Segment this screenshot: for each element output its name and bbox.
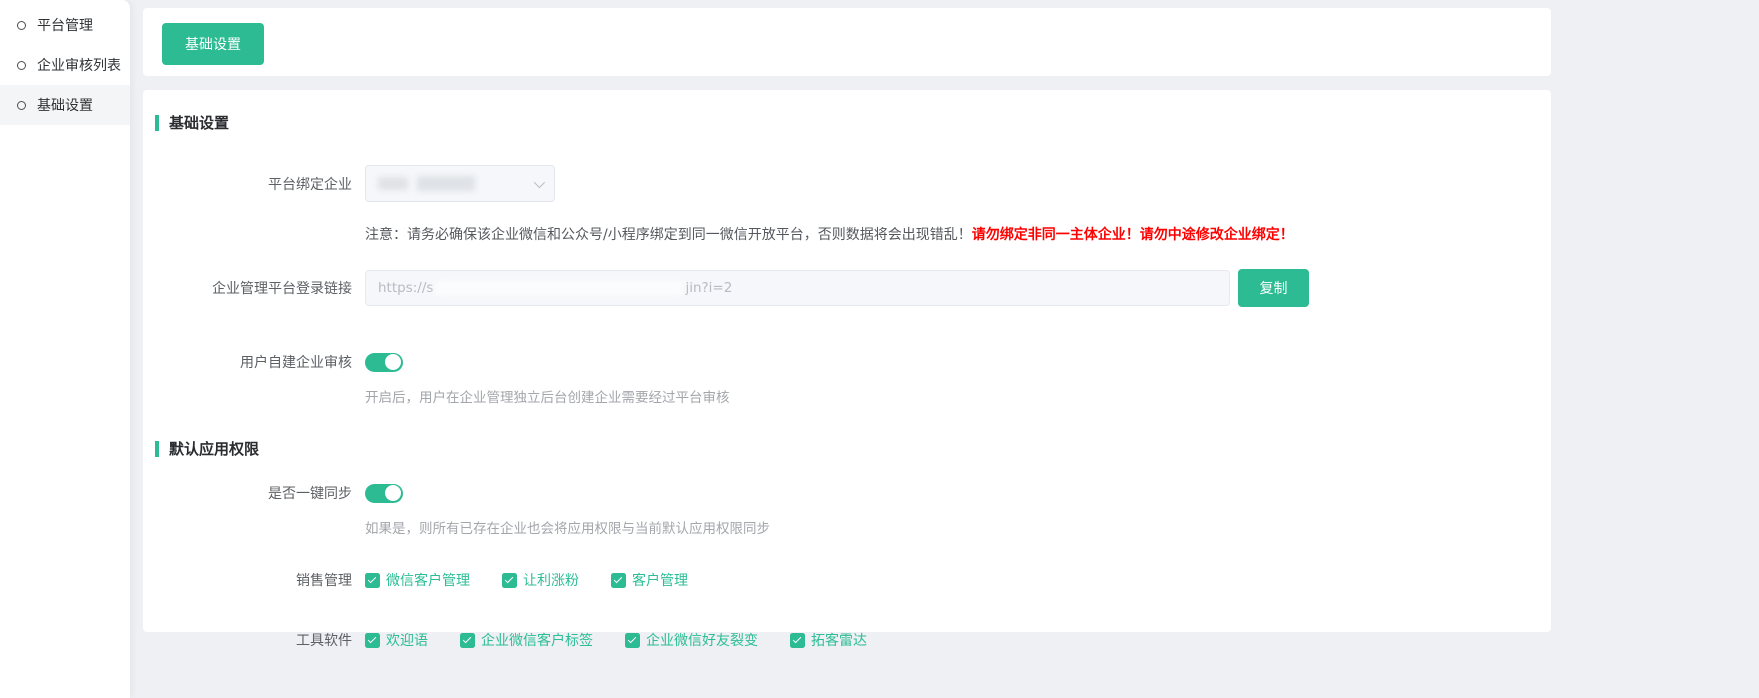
checked-checkbox-icon bbox=[625, 633, 640, 648]
platform-bind-label: 平台绑定企业 bbox=[143, 174, 352, 194]
tool-software-label: 工具软件 bbox=[143, 630, 352, 650]
section-title: 默认应用权限 bbox=[169, 438, 259, 459]
sidebar-item-platform-management[interactable]: 平台管理 bbox=[0, 5, 130, 45]
sales-management-row: 销售管理 微信客户管理 让利涨粉 客户管理 bbox=[143, 570, 1551, 590]
sales-checkbox-group: 微信客户管理 让利涨粉 客户管理 bbox=[365, 570, 720, 590]
checked-checkbox-icon bbox=[790, 633, 805, 648]
login-link-input[interactable]: https://s jin?i=2 bbox=[365, 270, 1230, 306]
notice-text: 注意：请务必确保该企业微信和公众号/小程序绑定到同一微信开放平台，否则数据将会出… bbox=[365, 227, 972, 243]
checkbox-profit-fans[interactable]: 让利涨粉 bbox=[502, 570, 579, 590]
notice-warning-text: 请勿绑定非同一主体企业！请勿中途修改企业绑定！ bbox=[972, 227, 1294, 243]
chevron-down-icon bbox=[534, 176, 545, 187]
checked-checkbox-icon bbox=[611, 573, 626, 588]
main-area: 基础设置 基础设置 平台绑定企业 注意：请务必确保该企业微信和公众号/ bbox=[130, 0, 1551, 698]
one-key-sync-row: 是否一键同步 bbox=[143, 483, 1551, 503]
checked-checkbox-icon bbox=[365, 573, 380, 588]
circle-icon bbox=[17, 21, 26, 30]
sidebar-item-label: 平台管理 bbox=[37, 15, 93, 35]
self-build-audit-label: 用户自建企业审核 bbox=[143, 352, 352, 372]
redacted-url-segment bbox=[435, 281, 683, 296]
sidebar-item-basic-settings[interactable]: 基础设置 bbox=[0, 85, 130, 125]
one-key-sync-helper: 如果是，则所有已存在企业也会将应用权限与当前默认应用权限同步 bbox=[365, 517, 1551, 537]
checked-checkbox-icon bbox=[365, 633, 380, 648]
sidebar-item-label: 基础设置 bbox=[37, 95, 93, 115]
checkbox-welcome-message[interactable]: 欢迎语 bbox=[365, 630, 428, 650]
platform-company-select[interactable] bbox=[365, 165, 555, 202]
sidebar-item-label: 企业审核列表 bbox=[37, 55, 121, 75]
section-accent-bar bbox=[155, 115, 159, 131]
self-build-audit-row: 用户自建企业审核 bbox=[143, 352, 1551, 372]
section-accent-bar bbox=[155, 441, 159, 457]
platform-bind-row: 平台绑定企业 bbox=[143, 165, 1551, 202]
app-root: 平台管理 企业审核列表 基础设置 基础设置 基础设置 平台绑定企业 bbox=[0, 0, 1759, 698]
sidebar-item-enterprise-audit-list[interactable]: 企业审核列表 bbox=[0, 45, 130, 85]
toggle-knob bbox=[385, 354, 401, 370]
url-prefix: https://s bbox=[378, 280, 433, 296]
login-link-row: 企业管理平台登录链接 https://s jin?i=2 复制 bbox=[143, 269, 1551, 307]
one-key-sync-label: 是否一键同步 bbox=[143, 483, 352, 503]
toggle-knob bbox=[385, 485, 401, 501]
checkbox-customer-management[interactable]: 客户管理 bbox=[611, 570, 688, 590]
bind-notice: 注意：请务必确保该企业微信和公众号/小程序绑定到同一微信开放平台，否则数据将会出… bbox=[365, 224, 1551, 244]
sidebar: 平台管理 企业审核列表 基础设置 bbox=[0, 0, 130, 698]
section-header-default-permissions: 默认应用权限 bbox=[155, 438, 1551, 459]
self-build-audit-helper: 开启后，用户在企业管理独立后台创建企业需要经过平台审核 bbox=[365, 386, 1551, 406]
section-title: 基础设置 bbox=[169, 112, 229, 133]
login-link-label: 企业管理平台登录链接 bbox=[143, 278, 352, 298]
url-suffix: jin?i=2 bbox=[685, 280, 732, 296]
settings-card: 基础设置 平台绑定企业 注意：请务必确保该企业微信和公众号/小程序绑定到同一微信… bbox=[143, 90, 1551, 632]
tab-basic-settings[interactable]: 基础设置 bbox=[162, 23, 264, 65]
checkbox-wecom-friend-fission[interactable]: 企业微信好友裂变 bbox=[625, 630, 758, 650]
tools-checkbox-group: 欢迎语 企业微信客户标签 企业微信好友裂变 拓客雷达 bbox=[365, 630, 899, 650]
redacted-company-name bbox=[378, 176, 534, 191]
tool-software-row: 工具软件 欢迎语 企业微信客户标签 企业微信好友裂变 bbox=[143, 630, 1551, 650]
copy-button[interactable]: 复制 bbox=[1238, 269, 1309, 307]
circle-icon bbox=[17, 101, 26, 110]
checkbox-wecom-customer-tags[interactable]: 企业微信客户标签 bbox=[460, 630, 593, 650]
self-build-audit-toggle[interactable] bbox=[365, 353, 403, 372]
checked-checkbox-icon bbox=[502, 573, 517, 588]
circle-icon bbox=[17, 61, 26, 70]
checkbox-wechat-customer-management[interactable]: 微信客户管理 bbox=[365, 570, 470, 590]
tab-bar: 基础设置 bbox=[143, 8, 1551, 76]
one-key-sync-toggle[interactable] bbox=[365, 484, 403, 503]
section-header-basic-settings: 基础设置 bbox=[155, 112, 1551, 133]
checked-checkbox-icon bbox=[460, 633, 475, 648]
sales-management-label: 销售管理 bbox=[143, 570, 352, 590]
checkbox-customer-radar[interactable]: 拓客雷达 bbox=[790, 630, 867, 650]
